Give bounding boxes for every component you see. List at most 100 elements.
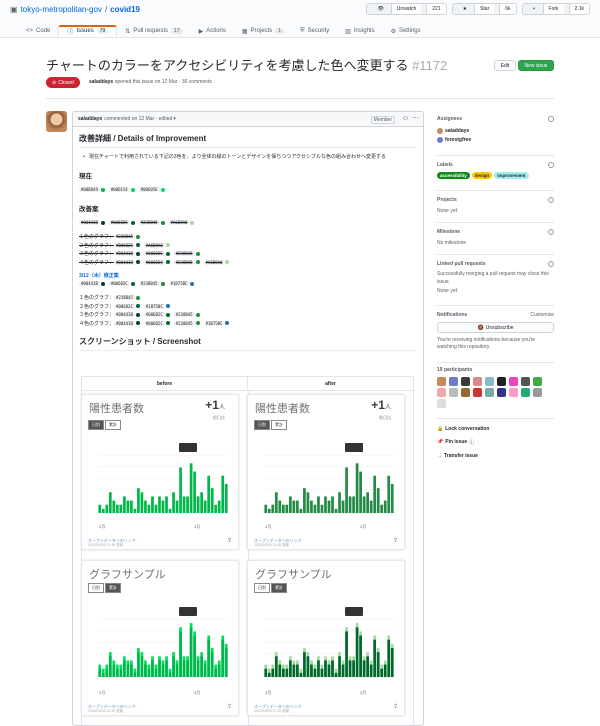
chart-bar[interactable] [264, 504, 268, 513]
chart-bar[interactable] [126, 664, 130, 677]
chart-bar[interactable] [292, 500, 296, 513]
comment-meta[interactable]: commented on 12 Mar · edited [104, 116, 172, 122]
chart-bar[interactable] [161, 500, 165, 513]
chart-bar[interactable] [207, 639, 211, 677]
repo-action-count[interactable]: 221 [426, 4, 446, 14]
chart-bar[interactable] [387, 475, 391, 513]
chart-bar[interactable] [327, 500, 331, 513]
emoji-icon[interactable]: ☺ [402, 115, 409, 122]
chart-bar[interactable] [310, 664, 313, 677]
chart-bar[interactable] [296, 664, 299, 677]
chart-bar[interactable] [147, 504, 151, 513]
chart-bar[interactable] [122, 496, 126, 513]
chart-bar[interactable] [151, 660, 154, 677]
chart-bar[interactable] [217, 500, 221, 513]
chart-bar[interactable] [362, 496, 366, 513]
participant-avatar[interactable] [437, 399, 446, 408]
chart-bar[interactable] [115, 668, 119, 677]
chart-bar[interactable] [186, 660, 189, 677]
chart-bar[interactable] [119, 668, 123, 677]
tab-pull-requests[interactable]: ⇅ Pull requests 17 [117, 26, 190, 38]
participant-avatar[interactable] [509, 377, 518, 386]
chart-bar[interactable] [369, 664, 373, 677]
chart-bar[interactable] [147, 668, 151, 677]
chart-bar[interactable] [158, 660, 161, 677]
toggle-total[interactable]: 累計 [271, 420, 287, 430]
chart-bar[interactable] [359, 471, 362, 513]
toggle-daily[interactable]: 日別 [88, 420, 104, 430]
chart-bar[interactable] [278, 664, 282, 677]
participant-avatar[interactable] [485, 377, 494, 386]
tab-issues[interactable]: ⓘ Issues 79 [58, 25, 118, 37]
chart-bar[interactable] [182, 496, 186, 513]
chart-bar[interactable] [210, 652, 214, 677]
chart-bar[interactable] [271, 668, 275, 677]
chart-bar[interactable] [108, 656, 112, 677]
gear-icon[interactable] [548, 116, 554, 122]
chart-bar[interactable] [338, 656, 341, 677]
chart-bar[interactable] [281, 668, 285, 677]
chart-bar[interactable] [140, 492, 144, 513]
participant-avatar[interactable] [449, 388, 458, 397]
chart-bar[interactable] [105, 668, 109, 677]
chart-bar[interactable] [144, 500, 147, 513]
participant-avatar[interactable] [461, 388, 470, 397]
toggle-daily[interactable]: 日別 [88, 583, 104, 593]
participant-avatar[interactable] [461, 377, 470, 386]
chart-bar[interactable] [380, 504, 384, 513]
chart-bar[interactable] [189, 463, 193, 513]
chart-bar[interactable] [179, 467, 182, 513]
chart-bar[interactable] [119, 504, 123, 513]
chart-bar[interactable] [320, 668, 324, 677]
chart-bar[interactable] [310, 500, 313, 513]
chart-bar[interactable] [345, 631, 348, 677]
chart-bar[interactable] [359, 635, 362, 677]
chart-bar[interactable] [341, 664, 345, 677]
share-icon[interactable]: ⇪ [393, 537, 398, 544]
chart-bar[interactable] [285, 504, 289, 513]
chart-bar[interactable] [274, 492, 278, 513]
chart-bar[interactable] [267, 672, 271, 677]
chart-bar[interactable] [334, 672, 338, 677]
toggle-total[interactable]: 累計 [105, 420, 121, 430]
chart-bar[interactable] [133, 672, 137, 677]
chart-bar[interactable] [366, 656, 370, 677]
chart-bar[interactable] [320, 504, 324, 513]
chart-bar[interactable] [313, 504, 317, 513]
lock-conversation-link[interactable]: 🔒 Lock conversation [437, 426, 554, 432]
chart-bar[interactable] [214, 504, 218, 513]
chart-bar[interactable] [274, 656, 278, 677]
chart-bar[interactable] [355, 627, 359, 677]
chart-bar[interactable] [341, 500, 345, 513]
chart-bar[interactable] [175, 664, 179, 677]
chart-bar[interactable] [151, 496, 154, 513]
chart-bar[interactable] [165, 496, 168, 513]
chart-bar[interactable] [221, 639, 225, 677]
repo-name-link[interactable]: covid19 [110, 5, 140, 14]
chart-bar[interactable] [317, 660, 320, 677]
participant-avatar[interactable] [473, 388, 482, 397]
chart-bar[interactable] [373, 475, 377, 513]
tab-settings[interactable]: ⚙ Settings [383, 26, 429, 38]
chart-bar[interactable] [161, 664, 165, 677]
share-icon[interactable]: ⇪ [227, 703, 232, 710]
chart-bar[interactable] [101, 672, 105, 677]
transfer-issue-link[interactable]: → Transfer issue [437, 453, 554, 459]
chart-bar[interactable] [182, 660, 186, 677]
chart-bar[interactable] [331, 660, 334, 677]
chart-bar[interactable] [101, 508, 105, 513]
chart-bar[interactable] [348, 660, 352, 677]
chart-bar[interactable] [366, 492, 370, 513]
chart-bar[interactable] [133, 508, 137, 513]
more-icon[interactable]: ⋯ [412, 114, 419, 122]
repo-action-star[interactable]: ★ Star 6k [451, 3, 517, 15]
chart-bar[interactable] [196, 496, 200, 513]
chart-bar[interactable] [196, 660, 200, 677]
participant-avatar[interactable] [437, 388, 446, 397]
tab-actions[interactable]: ▶ Actions [191, 26, 234, 38]
edit-button[interactable]: Edit [494, 60, 516, 71]
tab-insights[interactable]: ▥ Insights [337, 26, 382, 38]
chart-bar[interactable] [168, 508, 172, 513]
chart-bar[interactable] [108, 492, 112, 513]
chart-bar[interactable] [373, 639, 377, 677]
